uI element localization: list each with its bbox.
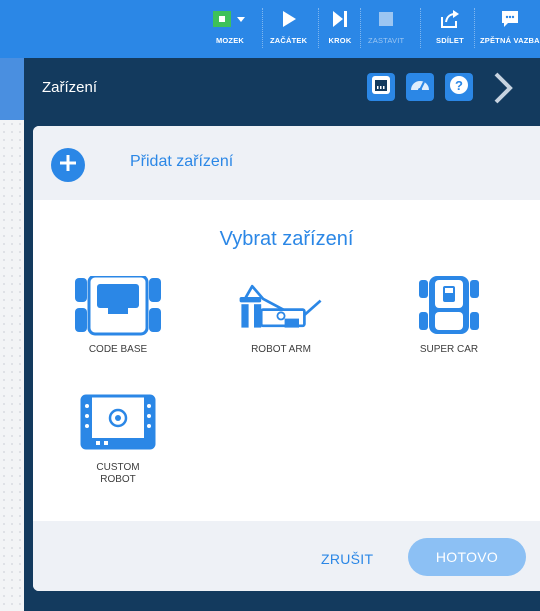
toolbar-divider	[318, 8, 319, 48]
add-device-button[interactable]	[51, 148, 85, 182]
done-button[interactable]: HOTOVO	[408, 538, 526, 576]
brain-button[interactable]: MOZEK	[210, 8, 250, 45]
device-custom-robot[interactable]: CUSTOM ROBOT	[53, 394, 183, 486]
help-icon: ?	[449, 75, 469, 100]
devices-tab-button[interactable]	[367, 73, 395, 101]
device-robot-arm[interactable]: ROBOT ARM	[216, 276, 346, 356]
chevron-right-icon	[492, 72, 516, 108]
panel-title: Zařízení	[42, 79, 98, 96]
play-icon	[277, 8, 301, 30]
share-icon	[438, 8, 462, 30]
cancel-button[interactable]: ZRUŠIT	[321, 551, 373, 567]
sensor-dashboard-button[interactable]	[406, 73, 434, 101]
feedback-button[interactable]: ZPĚTNÁ VAZBA	[480, 8, 540, 45]
port-icon	[371, 75, 391, 100]
toolbar-divider	[262, 8, 263, 48]
top-toolbar: MOZEK ZAČÁTEK KROK ZASTAVIT SDÍLET ZPĚTN…	[0, 0, 540, 58]
share-button[interactable]: SDÍLET	[436, 8, 464, 45]
device-label: CUSTOM ROBOT	[96, 462, 140, 485]
help-button[interactable]: ?	[445, 73, 473, 101]
toolbar-divider	[360, 8, 361, 48]
step-button-label: KROK	[328, 36, 352, 45]
brain-button-label: MOZEK	[215, 36, 245, 45]
dialog-footer: ZRUŠIT HOTOVO	[33, 521, 540, 591]
feedback-icon	[498, 8, 522, 30]
svg-text:?: ?	[455, 78, 463, 93]
stop-button[interactable]: ZASTAVIT	[368, 8, 404, 45]
add-device-label[interactable]: Přidat zařízení	[130, 153, 233, 171]
select-device-dialog: Přidat zařízení Vybrat zařízení CODE BAS…	[33, 126, 540, 591]
device-label: SUPER CAR	[419, 344, 479, 355]
plus-icon	[59, 154, 77, 177]
stop-icon	[374, 8, 398, 30]
toolbar-divider	[420, 8, 421, 48]
robot-arm-icon	[236, 276, 326, 336]
toolbar-divider	[474, 8, 475, 48]
add-device-bar[interactable]: Přidat zařízení	[33, 126, 540, 200]
stop-button-label: ZASTAVIT	[368, 36, 405, 45]
code-base-icon	[73, 276, 163, 336]
step-icon	[328, 8, 352, 30]
close-panel-button[interactable]	[492, 72, 516, 109]
device-super-car[interactable]: SUPER CAR	[384, 276, 514, 356]
start-button[interactable]: ZAČÁTEK	[270, 8, 307, 45]
device-code-base[interactable]: CODE BASE	[53, 276, 183, 356]
dialog-title: Vybrat zařízení	[219, 228, 354, 250]
brain-block-icon	[210, 8, 250, 30]
workspace-edge-highlight	[0, 58, 24, 120]
feedback-button-label: ZPĚTNÁ VAZBA	[480, 36, 540, 45]
devices-panel-header: Zařízení ?	[24, 58, 540, 118]
step-button[interactable]: KROK	[328, 8, 352, 45]
start-button-label: ZAČÁTEK	[270, 36, 308, 45]
device-label: ROBOT ARM	[251, 344, 311, 355]
custom-robot-icon	[73, 394, 163, 454]
gauge-icon	[409, 75, 431, 100]
super-car-icon	[404, 276, 494, 336]
device-label: CODE BASE	[88, 344, 148, 355]
share-button-label: SDÍLET	[436, 36, 464, 45]
